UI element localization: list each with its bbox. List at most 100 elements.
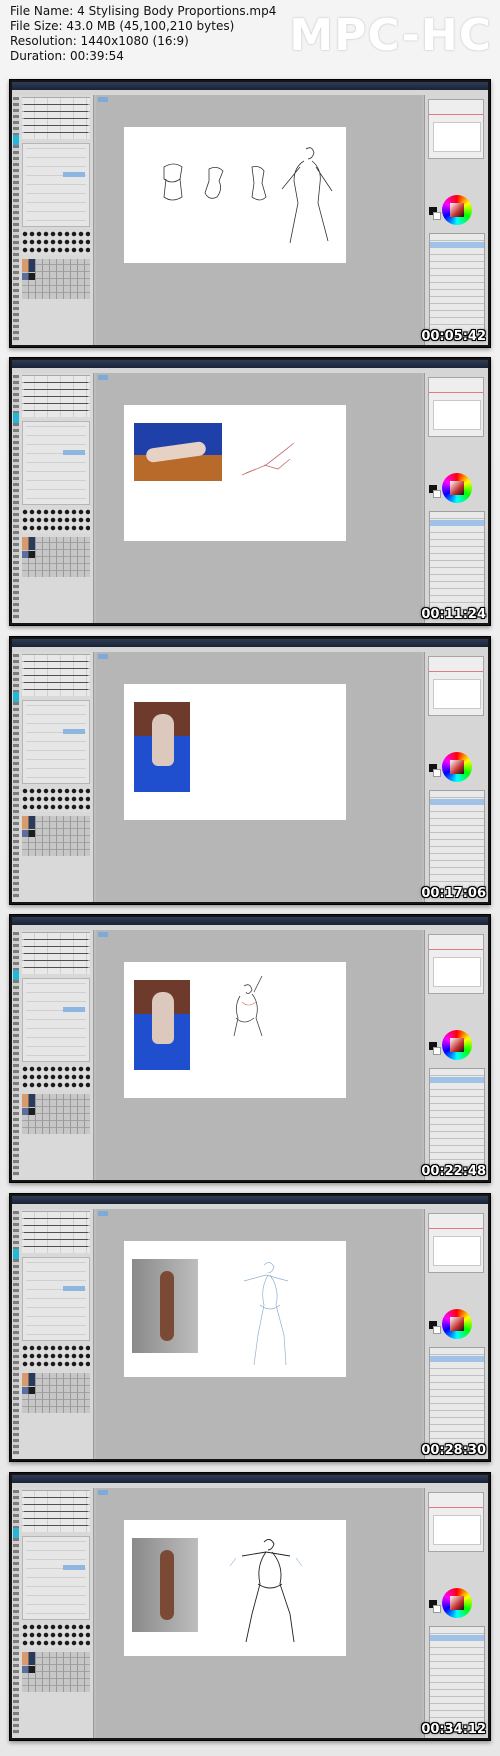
reference-photo	[134, 980, 190, 1070]
color-set-palette	[22, 816, 90, 856]
tool-properties	[22, 421, 90, 505]
brush-size-palette	[22, 788, 90, 812]
canvas-area	[96, 95, 422, 345]
toolbox	[13, 654, 19, 898]
color-wheel[interactable]	[442, 195, 472, 225]
video-thumbnail[interactable]: 00:34:12	[9, 1472, 491, 1741]
reference-photo	[132, 1259, 198, 1353]
app-screen	[12, 639, 488, 902]
brush-presets	[22, 932, 90, 974]
color-set-palette	[22, 537, 90, 577]
sub-color-swatch[interactable]	[433, 1605, 441, 1613]
navigator-preview	[433, 679, 481, 709]
layer-panel	[429, 233, 485, 339]
tool-properties	[22, 978, 90, 1062]
color-set-palette	[22, 1373, 90, 1413]
navigator-panel	[428, 377, 484, 437]
thumbnail-timestamp: 00:05:42	[421, 329, 486, 344]
right-panel	[424, 1488, 488, 1738]
color-wheel[interactable]	[442, 1309, 472, 1339]
document-tab	[98, 1211, 108, 1216]
sub-color-swatch[interactable]	[433, 490, 441, 498]
navigator-panel	[428, 934, 484, 994]
file-info-header: File Name: 4 Stylising Body Proportions.…	[0, 0, 500, 78]
brush-presets	[22, 375, 90, 417]
toolbox	[13, 97, 19, 341]
layer-panel	[429, 790, 485, 896]
window-titlebar	[12, 917, 488, 925]
navigator-panel	[428, 656, 484, 716]
sub-color-swatch[interactable]	[433, 212, 441, 220]
brush-size-palette	[22, 1066, 90, 1090]
brush-presets	[22, 97, 90, 139]
tool-panel	[12, 1209, 94, 1459]
app-screen	[12, 917, 488, 1180]
canvas-area	[96, 1488, 422, 1738]
color-wheel[interactable]	[442, 752, 472, 782]
layer-panel	[429, 1626, 485, 1732]
artboard	[124, 962, 346, 1098]
color-wheel[interactable]	[442, 473, 472, 503]
navigator-preview	[433, 1515, 481, 1545]
color-set-palette	[22, 259, 90, 299]
navigator-panel	[428, 1213, 484, 1273]
right-panel	[424, 373, 488, 623]
brush-presets	[22, 654, 90, 696]
sub-color-swatch[interactable]	[433, 1047, 441, 1055]
file-name-text: File Name: 4 Stylising Body Proportions.…	[10, 4, 277, 18]
toolbox	[13, 375, 19, 619]
window-titlebar	[12, 1196, 488, 1204]
thumbnail-timestamp: 00:11:24	[421, 607, 486, 622]
video-thumbnail[interactable]: 00:05:42	[9, 79, 491, 348]
thumbnail-timestamp: 00:17:06	[421, 886, 486, 901]
layer-panel	[429, 1347, 485, 1453]
right-panel	[424, 930, 488, 1180]
app-screen	[12, 82, 488, 345]
sub-color-swatch[interactable]	[433, 1326, 441, 1334]
toolbox	[13, 1490, 19, 1734]
brush-size-palette	[22, 231, 90, 255]
brush-size-palette	[22, 509, 90, 533]
tool-panel	[12, 652, 94, 902]
color-set-palette	[22, 1094, 90, 1134]
player-logo: MPC-HC	[289, 10, 492, 61]
thumbnail-timestamp: 00:22:48	[421, 1164, 486, 1179]
artboard	[124, 127, 346, 263]
video-thumbnail[interactable]: 00:22:48	[9, 914, 491, 1183]
sketch-drawing	[163, 147, 333, 244]
brush-size-palette	[22, 1624, 90, 1648]
document-tab	[98, 1490, 108, 1495]
artboard	[124, 1520, 346, 1656]
resolution-text: Resolution: 1440x1080 (16:9)	[10, 34, 189, 48]
navigator-preview	[433, 400, 481, 430]
artboard	[124, 1241, 346, 1377]
navigator-panel	[428, 99, 484, 159]
app-screen	[12, 1475, 488, 1738]
artboard	[124, 405, 346, 541]
artboard	[124, 684, 346, 820]
video-thumbnail[interactable]: 00:28:30	[9, 1193, 491, 1462]
navigator-preview	[433, 957, 481, 987]
navigator-panel	[428, 1492, 484, 1552]
window-titlebar	[12, 82, 488, 90]
duration-text: Duration: 00:39:54	[10, 49, 124, 63]
app-screen	[12, 1196, 488, 1459]
sub-color-swatch[interactable]	[433, 769, 441, 777]
video-thumbnail[interactable]: 00:11:24	[9, 357, 491, 626]
brush-presets	[22, 1211, 90, 1253]
video-thumbnail[interactable]: 00:17:06	[9, 636, 491, 905]
layer-panel	[429, 1068, 485, 1174]
document-tab	[98, 932, 108, 937]
right-panel	[424, 95, 488, 345]
navigator-preview	[433, 122, 481, 152]
reference-photo	[134, 423, 222, 481]
color-set-palette	[22, 1652, 90, 1692]
navigator-preview	[433, 1236, 481, 1266]
reference-photo	[134, 702, 190, 792]
color-wheel[interactable]	[442, 1588, 472, 1618]
brush-size-palette	[22, 1345, 90, 1369]
right-panel	[424, 652, 488, 902]
thumbnail-timestamp: 00:34:12	[421, 1722, 486, 1737]
color-wheel[interactable]	[442, 1030, 472, 1060]
window-titlebar	[12, 1475, 488, 1483]
